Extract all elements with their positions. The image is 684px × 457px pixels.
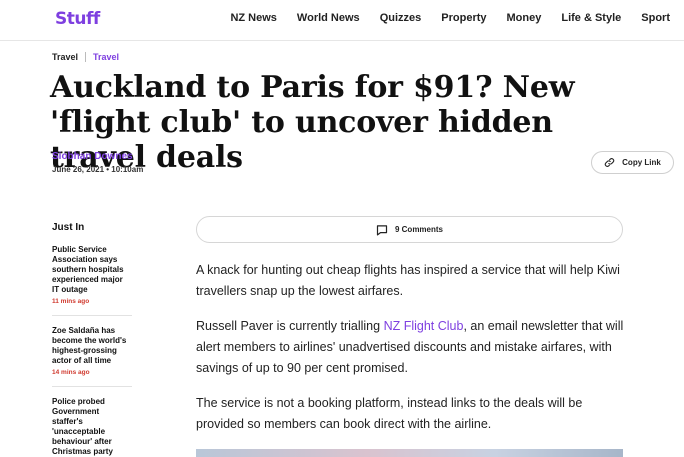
nz-flight-club-link[interactable]: NZ Flight Club <box>384 319 464 333</box>
nav-world-news[interactable]: World News <box>297 12 360 24</box>
just-in-headline[interactable]: Public Service Association says southern… <box>52 245 132 295</box>
breadcrumb-section[interactable]: Travel <box>52 52 78 62</box>
just-in-sidebar: Just In Public Service Association says … <box>52 222 132 457</box>
paragraph: Russell Paver is currently trialling NZ … <box>196 316 626 379</box>
comment-icon <box>376 224 388 235</box>
just-in-time: 11 mins ago <box>52 298 90 305</box>
nav-money[interactable]: Money <box>507 12 542 24</box>
main-nav: NZ News World News Quizzes Property Mone… <box>230 12 670 24</box>
stuff-logo[interactable]: Stuff <box>55 9 100 29</box>
nav-property[interactable]: Property <box>441 12 486 24</box>
just-in-item[interactable]: Zoe Saldaña has become the world's highe… <box>52 326 132 387</box>
copy-link-button[interactable]: Copy Link <box>591 151 674 174</box>
publish-date: June 26, 2021 • 10:10am <box>52 165 144 174</box>
just-in-time: 14 mins ago <box>52 369 90 376</box>
just-in-item[interactable]: Police probed Government staffer's 'unac… <box>52 397 132 457</box>
comments-button[interactable]: 9 Comments <box>196 216 623 243</box>
link-icon <box>604 158 615 167</box>
paragraph: The service is not a booking platform, i… <box>196 396 583 431</box>
article-headline: Auckland to Paris for $91? New 'flight c… <box>50 70 575 175</box>
paragraph-text: Russell Paver is currently trialling <box>196 319 384 333</box>
nav-life-style[interactable]: Life & Style <box>561 12 621 24</box>
nav-quizzes[interactable]: Quizzes <box>380 12 422 24</box>
comments-label: 9 Comments <box>394 225 443 234</box>
nav-nz-news[interactable]: NZ News <box>230 12 276 24</box>
just-in-headline[interactable]: Police probed Government staffer's 'unac… <box>52 397 132 457</box>
just-in-title: Just In <box>52 222 85 233</box>
just-in-item[interactable]: Public Service Association says southern… <box>52 245 132 316</box>
breadcrumb-divider <box>85 52 87 62</box>
article-image <box>196 449 623 457</box>
breadcrumb-subsection[interactable]: Travel <box>93 52 119 62</box>
breadcrumb: Travel Travel <box>52 52 119 62</box>
site-header: Stuff NZ News World News Quizzes Propert… <box>0 0 684 41</box>
author-link[interactable]: Siobhan Downes <box>52 151 133 162</box>
paragraph: A knack for hunting out cheap flights ha… <box>196 263 620 298</box>
article-body: A knack for hunting out cheap flights ha… <box>196 260 626 449</box>
just-in-headline[interactable]: Zoe Saldaña has become the world's highe… <box>52 326 132 366</box>
copy-link-label: Copy Link <box>622 158 661 167</box>
nav-sport[interactable]: Sport <box>641 12 670 24</box>
